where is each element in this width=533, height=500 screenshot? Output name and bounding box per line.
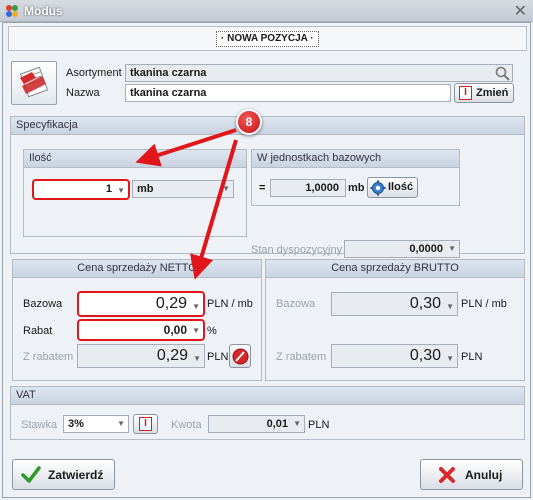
specification-group: Specyfikacja Ilość 1 ▼ mb ▼ W jednostkac… [10,116,525,258]
netto-group: Cena sprzedaży NETTO Bazowa 0,29 ▼ PLN /… [12,259,262,381]
vat-edit-button[interactable]: I [133,414,158,434]
cancel-label: Anuluj [465,468,503,482]
nazwa-label: Nazwa [66,87,100,99]
change-name-label: Zmień [476,87,509,99]
netto-bazowa-unit: PLN / mb [207,298,253,310]
chevron-down-icon: ▼ [293,419,301,428]
chevron-down-icon: ▼ [193,354,201,363]
vat-kwota-field: 0,01 ▼ [208,415,305,433]
vat-stawka-value: 3% [68,418,84,430]
brutto-group: Cena sprzedaży BRUTTO Bazowa 0,30 ▼ PLN … [265,259,525,381]
vat-stawka-select[interactable]: 3% ▼ [63,415,129,433]
checkmark-icon [21,466,41,483]
asortyment-value: tkanina czarna [130,67,207,79]
calculator-button[interactable] [229,344,251,368]
asortyment-label: Asortyment [66,67,122,79]
brutto-zrabatem-field: 0,30 ▼ [331,344,458,368]
base-units-header: W jednostkach bazowych [252,150,459,168]
vat-stawka-label: Stawka [21,419,58,431]
base-unit-label: mb [348,182,365,194]
calculator-icon [232,348,249,365]
app-logo-icon [6,5,18,17]
close-icon[interactable]: ✕ [514,1,527,21]
chevron-down-icon[interactable]: ▼ [117,182,125,198]
window-title: Modus [24,4,63,18]
netto-bazowa-label: Bazowa [23,298,63,310]
netto-zrabatem-unit: PLN [207,351,229,363]
vat-group: VAT Stawka 3% ▼ I Kwota 0,01 ▼ PLN [10,386,525,440]
brutto-bazowa-field: 0,30 ▼ [331,292,458,316]
netto-rabat-label: Rabat [23,325,53,337]
vat-kwota-label: Kwota [171,419,202,431]
netto-header: Cena sprzedaży NETTO [13,260,261,278]
quantity-settings-button[interactable]: Ilość [367,177,418,198]
specification-header: Specyfikacja [11,117,524,135]
quantity-input[interactable]: 1 ▼ [32,179,130,200]
brutto-zrabatem-label: Z rabatem [276,351,327,363]
document-icon-button[interactable] [11,61,57,105]
equals-sign: = [259,182,266,194]
quantity-unit-value: mb [137,183,154,195]
vat-header: VAT [11,387,524,405]
brutto-header: Cena sprzedaży BRUTTO [266,260,524,278]
stan-label: Stan dyspozycyjny [251,244,343,256]
vat-kwota-value: 0,01 [266,418,288,430]
netto-rabat-unit: % [207,325,217,337]
netto-zrabatem-label: Z rabatem [23,351,74,363]
quantity-group: Ilość 1 ▼ mb ▼ [23,149,247,237]
quantity-settings-label: Ilość [388,181,414,193]
quantity-value: 1 [105,183,112,195]
quantity-unit-select[interactable]: mb ▼ [132,180,234,198]
chevron-down-icon: ▼ [446,302,454,311]
brutto-bazowa-unit: PLN / mb [461,298,507,310]
netto-bazowa-input[interactable]: 0,29 ▼ [77,291,205,317]
brutto-bazowa-label: Bazowa [276,298,316,310]
search-icon[interactable] [495,66,510,81]
brutto-bazowa-value: 0,30 [409,295,441,312]
netto-bazowa-value: 0,29 [155,295,187,312]
nazwa-input[interactable]: tkanina czarna [125,84,451,102]
netto-rabat-value: 0,00 [163,323,187,337]
document-icon [19,66,49,98]
change-name-button[interactable]: I Zmień [454,83,514,103]
brutto-zrabatem-unit: PLN [461,351,483,363]
chevron-down-icon: ▼ [446,354,454,363]
cross-icon [439,467,455,483]
asortyment-field[interactable]: tkanina czarna [125,64,513,82]
confirm-label: Zatwierdź [48,468,104,482]
chevron-down-icon[interactable]: ▼ [192,296,200,315]
chevron-down-icon[interactable]: ▼ [222,181,230,197]
gear-icon [370,180,386,196]
cancel-button[interactable]: Anuluj [420,459,523,490]
header-band: · NOWA POZYCJA · [8,26,527,51]
dialog-body: · NOWA POZYCJA · Asortyment tkanina czar… [2,22,531,498]
brutto-zrabatem-value: 0,30 [409,347,441,364]
confirm-button[interactable]: Zatwierdź [12,459,115,490]
netto-zrabatem-value: 0,29 [156,347,188,364]
stan-value: 0,0000 [409,243,443,255]
text-cursor-icon: I [139,417,152,431]
page-title: · NOWA POZYCJA · [216,31,319,47]
chevron-down-icon[interactable]: ▼ [192,322,200,339]
title-bar: Modus ✕ [0,0,533,22]
chevron-down-icon[interactable]: ▼ [117,416,125,432]
base-units-group: W jednostkach bazowych = 1,0000 mb Ilość [251,149,460,206]
chevron-down-icon: ▼ [448,244,456,253]
vat-kwota-unit: PLN [308,419,330,431]
quantity-header: Ilość [24,150,246,168]
netto-zrabatem-field: 0,29 ▼ [77,344,205,368]
annotation-badge: 8 [236,109,262,135]
base-quantity-field: 1,0000 [270,179,346,197]
netto-rabat-input[interactable]: 0,00 ▼ [77,319,205,341]
stan-field: 0,0000 ▼ [344,240,460,258]
text-cursor-icon: I [459,86,472,100]
